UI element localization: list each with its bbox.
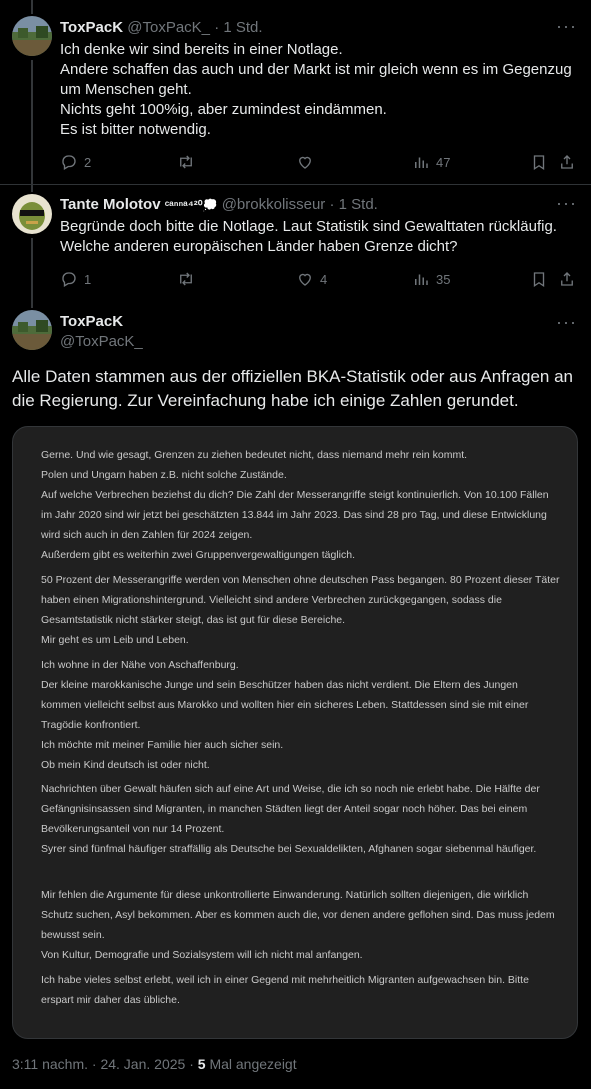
author-name[interactable]: ToxPacK (60, 313, 123, 330)
image-paragraph-1: Gerne. Und wie gesagt, Grenzen zu ziehen… (41, 449, 549, 561)
tweet-header: Tante Molotov ᶜᵃⁿⁿᵃ⁴²⁰💭 @brokkolisseur ·… (60, 196, 378, 213)
share-icon (561, 155, 573, 169)
tweet-text: Ich denke wir sind bereits in einer Notl… (60, 41, 572, 138)
like-button[interactable]: 4 (296, 270, 327, 288)
reply-button[interactable]: 2 (60, 153, 91, 171)
share-button[interactable] (558, 153, 576, 171)
reply-count: 1 (84, 271, 92, 287)
main-tweet-text: Alle Daten stammen aus der offiziellen B… (12, 367, 573, 410)
post-time[interactable]: 3:11 nachm. · 24. Jan. 2025 · (12, 1056, 194, 1072)
like-count: 4 (320, 271, 328, 287)
author-name[interactable]: Tante Molotov (60, 196, 161, 213)
share-icon (561, 272, 573, 286)
retweet-button[interactable] (177, 153, 201, 171)
more-icon[interactable]: ··· (556, 312, 577, 333)
reply-icon (62, 272, 76, 287)
image-paragraph-6: Ich habe vieles selbst erlebt, weil ich … (41, 974, 529, 1006)
reply-icon (62, 155, 76, 170)
bookmark-icon (533, 272, 545, 288)
views-count: 47 (436, 154, 451, 170)
reply-count: 2 (84, 154, 92, 170)
image-paragraph-2: 50 Prozent der Messerangriffe werden von… (41, 574, 560, 646)
avatar[interactable] (12, 16, 52, 56)
more-icon[interactable]: ··· (556, 16, 577, 37)
like-button[interactable] (296, 153, 320, 171)
view-label: Mal angezeigt (209, 1056, 297, 1072)
tweet-meta: 3:11 nachm. · 24. Jan. 2025 · 5 Mal ange… (12, 1056, 297, 1072)
views-button[interactable]: 47 (412, 153, 450, 171)
author-handle[interactable]: @ToxPacK_ (60, 333, 143, 350)
avatar[interactable] (12, 310, 52, 350)
tweet-1[interactable]: ToxPacK @ToxPacK_ · 1 Std. ··· Ich denke… (0, 0, 591, 185)
bookmark-button[interactable] (530, 153, 548, 171)
retweet-button[interactable] (177, 270, 201, 288)
image-paragraph-3: Ich wohne in der Nähe von Aschaffenburg.… (41, 659, 529, 771)
views-icon (415, 274, 428, 285)
tweet-2[interactable]: Tante Molotov ᶜᵃⁿⁿᵃ⁴²⁰💭 @brokkolisseur ·… (0, 185, 591, 300)
like-icon (299, 273, 311, 286)
more-icon[interactable]: ··· (556, 193, 577, 214)
action-bar: 1 4 35 (60, 270, 580, 290)
image-paragraph-4: Nachrichten über Gewalt häufen sich auf … (41, 783, 540, 855)
timestamp[interactable]: · 1 Std. (329, 196, 377, 213)
timestamp[interactable]: · 1 Std. (214, 19, 262, 36)
author-name[interactable]: ToxPacK (60, 19, 123, 36)
view-count: 5 (197, 1056, 206, 1072)
retweet-icon (180, 155, 192, 169)
attached-image[interactable]: Gerne. Und wie gesagt, Grenzen zu ziehen… (12, 426, 578, 1039)
tweet-header: ToxPacK @ToxPacK_ · 1 Std. (60, 19, 263, 36)
action-bar: 2 47 (60, 153, 580, 173)
author-name-suffix: ᶜᵃⁿⁿᵃ⁴²⁰💭 (164, 198, 218, 212)
share-button[interactable] (558, 270, 576, 288)
image-paragraph-5: Mir fehlen die Argumente für diese unkon… (41, 889, 555, 961)
reply-button[interactable]: 1 (60, 270, 91, 288)
tweet-text: Begründe doch bitte die Notlage. Laut St… (60, 218, 557, 255)
like-icon (299, 156, 311, 169)
retweet-icon (180, 272, 192, 286)
views-button[interactable]: 35 (412, 270, 450, 288)
bookmark-button[interactable] (530, 270, 548, 288)
views-count: 35 (436, 271, 451, 287)
views-icon (415, 157, 428, 168)
bookmark-icon (533, 155, 545, 171)
avatar[interactable] (12, 194, 52, 234)
author-handle[interactable]: @ToxPacK_ (127, 19, 210, 36)
author-handle[interactable]: @brokkolisseur (222, 196, 326, 213)
